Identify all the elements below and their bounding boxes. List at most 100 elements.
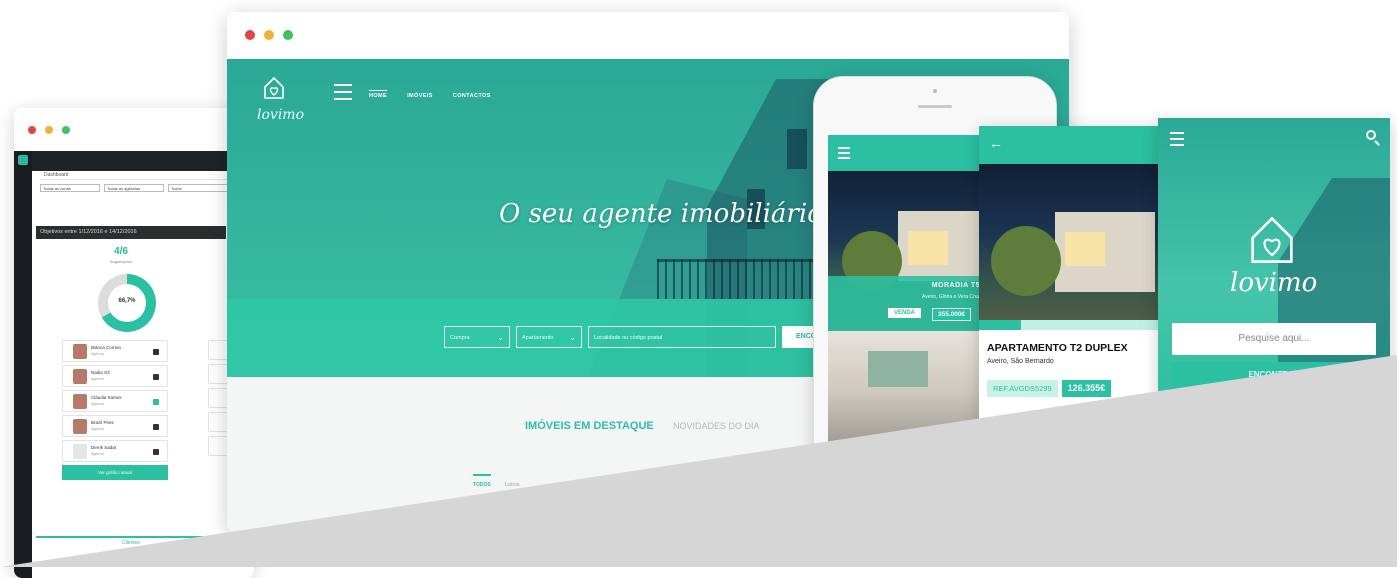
checkbox[interactable] — [153, 449, 159, 455]
agent-role: Agência — [91, 427, 104, 431]
checkbox[interactable] — [153, 424, 159, 430]
checkbox-checked[interactable] — [153, 399, 159, 405]
search-icon[interactable] — [1366, 130, 1376, 140]
tab-all[interactable]: TODOS — [473, 474, 491, 488]
type-select-value: Compra — [450, 335, 470, 341]
house-photo — [1055, 212, 1155, 292]
avatar — [73, 444, 87, 459]
agent-role: Agência — [91, 377, 104, 381]
donut-label: 66,7% — [118, 298, 136, 304]
checkbox[interactable] — [153, 374, 159, 380]
app-bar — [828, 135, 988, 171]
agent-role: Agência — [91, 452, 104, 456]
tab-featured[interactable]: IMÓVEIS EM DESTAQUE — [525, 420, 654, 432]
checkbox[interactable] — [153, 349, 159, 355]
dashboard-filters: Todas as zonas Todas as agências Todos — [40, 184, 228, 192]
app-bar: ← — [979, 126, 1159, 164]
interior-photo — [868, 351, 928, 387]
property-photo — [979, 164, 1159, 320]
chevron-down-icon: ⌄ — [497, 333, 504, 342]
price-badge: 355.000€ — [932, 308, 972, 321]
nav-properties[interactable]: IMÓVEIS — [407, 93, 433, 99]
card-title: MORADIA T5 — [931, 282, 980, 289]
panel-title: Objetivos entre 1/12/2016 e 14/12/2016 — [36, 226, 226, 239]
camera — [933, 89, 937, 93]
main-nav: HOME IMÓVEIS CONTACTOS — [369, 90, 491, 99]
hero-tagline: O seu agente imobiliário — [499, 199, 823, 229]
avatar — [73, 419, 87, 434]
dashboard-topbar — [14, 151, 254, 171]
avatar — [73, 344, 87, 359]
type-select[interactable]: Compra ⌄ — [444, 326, 510, 348]
list-item[interactable]: Derrik Sadat Agência — [62, 440, 168, 462]
property-card[interactable]: MORADIA T5 Aveiro, Glória e Vera Cruz VE… — [828, 171, 988, 331]
property-select-value: Apartamento — [522, 335, 554, 341]
status-badge: VENDA — [888, 308, 922, 318]
filter-tabs: TODOS Lisboa — [473, 474, 519, 488]
tab-news[interactable]: NOVIDADES DO DIA — [673, 421, 760, 431]
maximize-dot[interactable] — [62, 126, 70, 134]
reference-badge: REF.AVGDS5299 — [987, 380, 1058, 397]
property-title: APARTAMENTO T2 DUPLEX — [987, 342, 1128, 354]
house-heart-icon — [264, 76, 284, 99]
property-select[interactable]: Apartamento ⌄ — [516, 326, 582, 348]
logo-text: lovimo — [1230, 268, 1318, 298]
agent-name: Cláudia Santos — [91, 395, 122, 400]
maximize-dot[interactable] — [283, 30, 293, 40]
agent-name: Brazil Pires — [91, 420, 114, 425]
second-column — [208, 340, 228, 480]
house-photo — [898, 211, 988, 281]
tree-shape — [991, 226, 1061, 296]
list-item[interactable]: Brazil Pires Agência — [62, 415, 168, 437]
location-input[interactable]: Localidade ou código postal — [588, 326, 776, 348]
agent-list: Bianca Correia Agência Nadia Gil Agência… — [62, 340, 168, 465]
card-location: Aveiro, Glória e Vera Cruz — [922, 294, 980, 300]
agency-select[interactable]: Todas as agências — [104, 184, 164, 192]
property-location: Aveiro, São Bernardo — [987, 358, 1054, 365]
speaker — [918, 105, 952, 108]
breadcrumb: Dashboard — [40, 171, 254, 180]
goal-ratio: 4/6 — [114, 246, 128, 257]
property-search: Compra ⌄ Apartamento ⌄ Localidade ou cód… — [444, 326, 852, 348]
search-input[interactable]: Pesquise aqui... — [1172, 323, 1376, 355]
phone-screen: MORADIA T5 Aveiro, Glória e Vera Cruz VE… — [828, 135, 988, 465]
card-caption: MORADIA T5 Aveiro, Glória e Vera Cruz VE… — [828, 276, 988, 331]
agent-name: Bianca Correia — [91, 345, 121, 350]
menu-icon[interactable] — [838, 147, 850, 162]
avatar — [73, 394, 87, 409]
list-item[interactable]: Bianca Correia Agência — [62, 340, 168, 362]
dashboard-sidebar — [14, 151, 32, 578]
menu-icon[interactable] — [1170, 132, 1184, 150]
minimize-dot[interactable] — [45, 126, 53, 134]
nav-contacts[interactable]: CONTACTOS — [453, 93, 491, 99]
zone-select[interactable]: Todas as zonas — [40, 184, 100, 192]
tab-lisbon[interactable]: Lisboa — [505, 474, 520, 488]
agent-role: Agência — [91, 352, 104, 356]
dashboard-logo-icon[interactable] — [18, 155, 28, 165]
list-item[interactable]: Cláudia Santos Agência — [62, 390, 168, 412]
house-heart-icon — [1251, 216, 1293, 263]
list-item[interactable]: Nadia Gil Agência — [62, 365, 168, 387]
arrow-left-icon[interactable]: ← — [989, 135, 1003, 151]
menu-icon[interactable] — [334, 84, 352, 105]
other-select[interactable]: Todos — [168, 184, 228, 192]
agent-name: Derrik Sadat — [91, 445, 117, 450]
nav-home[interactable]: HOME — [369, 90, 388, 99]
minimize-dot[interactable] — [264, 30, 274, 40]
window-shape — [787, 129, 807, 169]
close-dot[interactable] — [245, 30, 255, 40]
price-badge: 126.355€ — [1061, 380, 1112, 397]
detail-screen: ← APARTAMENTO T2 DUPLEX Aveiro, São Bern… — [979, 126, 1159, 426]
window-controls — [28, 126, 70, 134]
annual-chart-button[interactable]: Ver gráfico anual — [62, 465, 168, 480]
logo-text[interactable]: lovimo — [257, 107, 304, 123]
meta-row: REF.AVGDS5299 126.355€ — [987, 380, 1112, 397]
agent-name: Nadia Gil — [91, 370, 110, 375]
window-controls — [245, 30, 293, 40]
dashboard-window: Dashboard Todas as zonas Todas as agênci… — [14, 108, 254, 578]
avatar — [73, 369, 87, 384]
chevron-down-icon: ⌄ — [569, 333, 576, 342]
goal-ratio-label: Angariações — [109, 259, 133, 264]
agent-role: Agência — [91, 402, 104, 406]
close-dot[interactable] — [28, 126, 36, 134]
